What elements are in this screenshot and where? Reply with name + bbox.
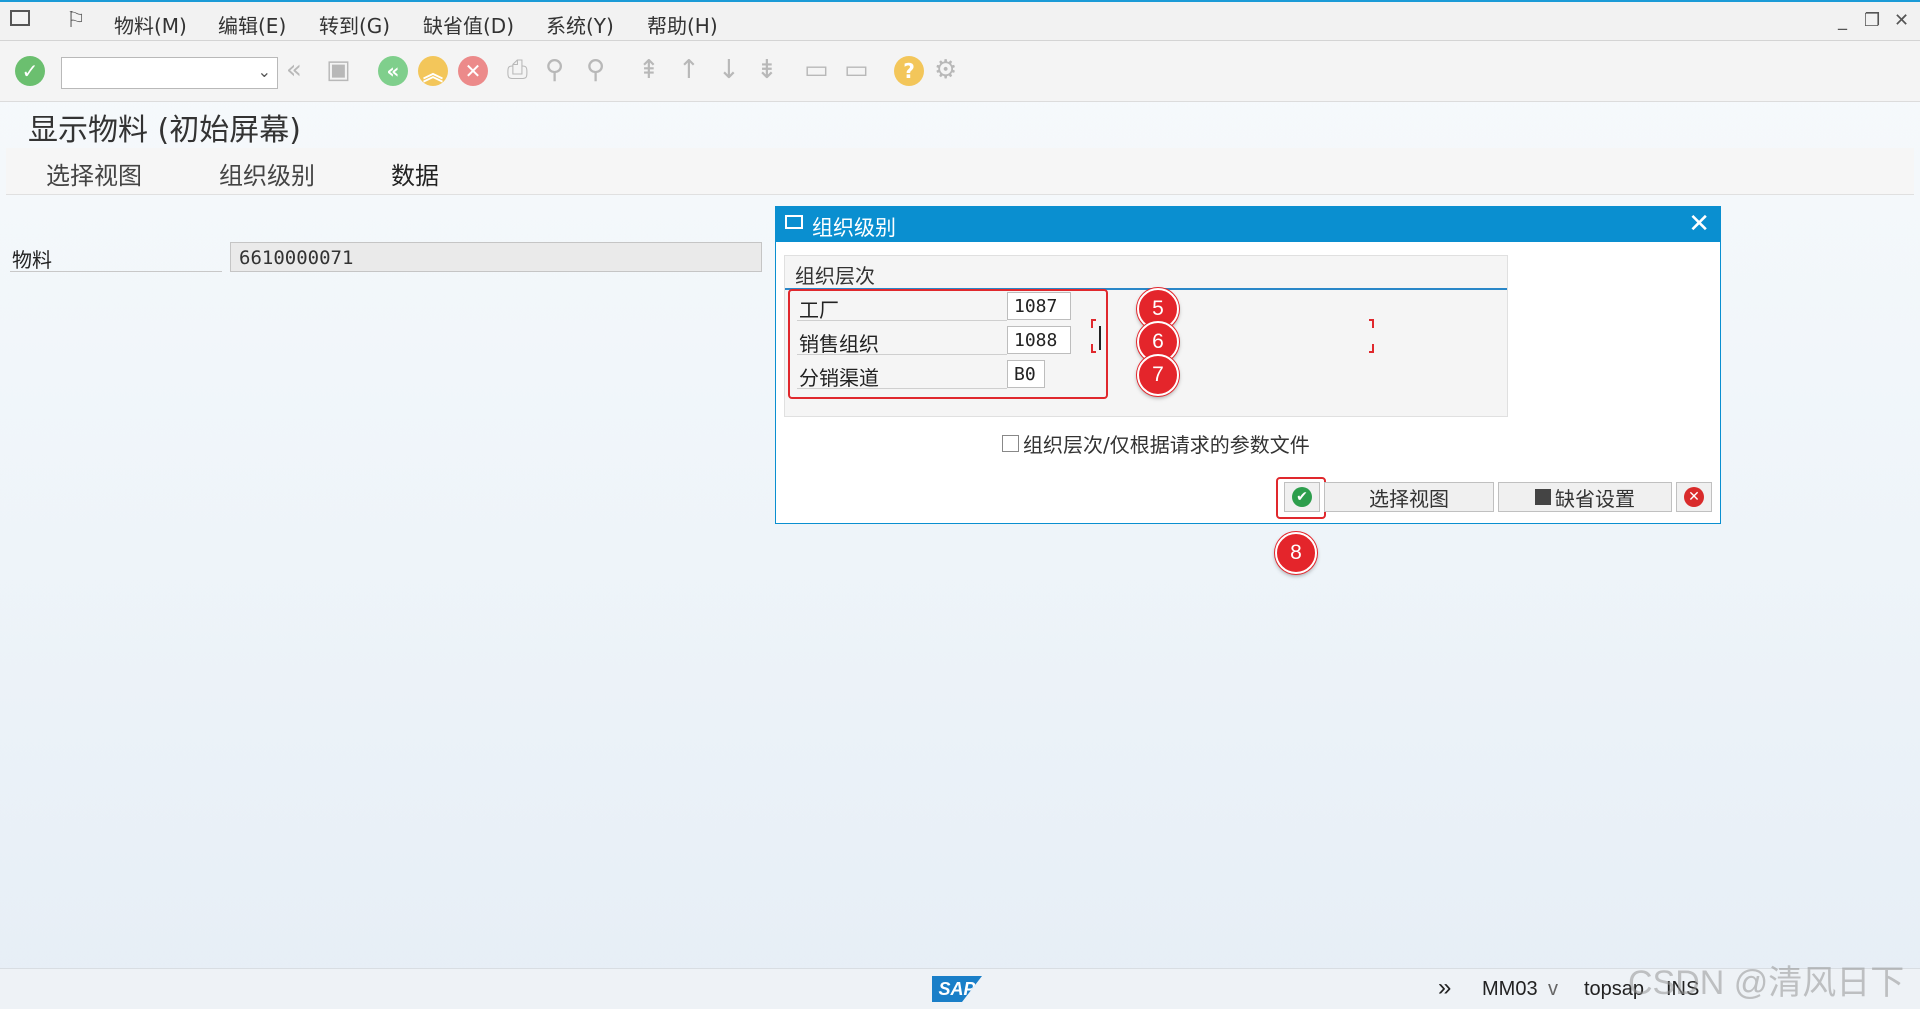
bracket-bottom-right	[1369, 344, 1374, 353]
find-icon[interactable]: ⚲	[545, 55, 564, 85]
org-levels-dialog: 组织级别 ✕ 组织层次 工厂 1087 销售组织 1088 分销渠道 B0 组织…	[775, 206, 1721, 524]
material-label-underline	[10, 271, 222, 272]
restore-button[interactable]: ❐	[1864, 10, 1880, 31]
menu-goto[interactable]: 转到(G)	[319, 10, 390, 39]
help-icon[interactable]: ?	[894, 56, 924, 86]
status-expand-icon[interactable]: »	[1438, 974, 1451, 1002]
first-page-icon[interactable]: ⇞	[638, 55, 660, 85]
menu-defaults[interactable]: 缺省值(D)	[423, 10, 514, 39]
highlight-org-fields	[788, 289, 1108, 399]
bracket-bottom-left	[1091, 344, 1096, 353]
select-views-button[interactable]: 选择视图	[1324, 482, 1494, 512]
group-title: 组织层次	[795, 264, 875, 288]
param-file-checkbox-row[interactable]: 组织层次/仅根据请求的参数文件	[1002, 429, 1310, 458]
shortcut-icon[interactable]: ▭	[844, 55, 869, 85]
next-page-icon[interactable]: ↓	[718, 55, 740, 85]
dialog-title: 组织级别	[812, 216, 896, 240]
tab-data[interactable]: 数据	[391, 156, 439, 191]
last-page-icon[interactable]: ⇟	[756, 55, 778, 85]
menu-material[interactable]: 物料(M)	[114, 10, 187, 39]
menu-bar: ⚐ 物料(M) 编辑(E) 转到(G) 缺省值(D) 系统(Y) 帮助(H) _…	[0, 2, 1920, 41]
cancel-button[interactable]: ✕	[1676, 482, 1712, 512]
dialog-close-button[interactable]: ✕	[1688, 209, 1710, 239]
dialog-window-icon	[785, 215, 803, 229]
cancel-icon: ✕	[1684, 487, 1704, 507]
menu-edit[interactable]: 编辑(E)	[218, 10, 286, 39]
back-icon[interactable]: «	[378, 56, 408, 86]
step-badge-8: 8	[1275, 532, 1317, 574]
step-badge-7: 7	[1137, 354, 1179, 396]
find-next-icon[interactable]: ⚲	[586, 55, 605, 85]
command-field[interactable]: ⌄	[61, 57, 278, 89]
default-settings-button[interactable]: 缺省设置	[1498, 482, 1672, 512]
settings-gear-icon[interactable]: ⚙	[934, 55, 957, 85]
material-label: 物料	[12, 248, 52, 272]
bracket-top-left	[1091, 319, 1096, 328]
previous-page-icon[interactable]: ↑	[678, 55, 700, 85]
app-menu-icon[interactable]	[10, 10, 30, 26]
watermark: CSDN @清风日下	[1628, 964, 1905, 1002]
enter-icon[interactable]: ✓	[15, 56, 45, 86]
chevron-down-icon[interactable]: ⌄	[258, 62, 271, 81]
create-session-icon[interactable]: ▭	[804, 55, 829, 85]
save-icon	[1535, 489, 1551, 505]
menu-system[interactable]: 系统(Y)	[546, 10, 614, 39]
highlight-ok-button	[1276, 477, 1326, 519]
sap-flag-icon[interactable]: ⚐	[66, 8, 86, 33]
status-dropdown-icon[interactable]: v	[1548, 978, 1558, 1001]
bracket-top-right	[1369, 319, 1374, 328]
default-settings-label: 缺省设置	[1555, 486, 1635, 511]
toolbar: ✓ ⌄ « ▣ « ︽ ✕ ⎙ ⚲ ⚲ ⇞ ↑ ↓ ⇟ ▭ ▭ ? ⚙	[0, 41, 1920, 102]
menu-help[interactable]: 帮助(H)	[647, 10, 718, 39]
cancel-icon[interactable]: ✕	[458, 56, 488, 86]
param-file-checkbox[interactable]	[1002, 435, 1019, 452]
page-title: 显示物料 (初始屏幕)	[28, 113, 301, 148]
print-icon[interactable]: ⎙	[507, 55, 528, 86]
material-field[interactable]: 6610000071	[230, 242, 762, 272]
dialog-header: 组织级别 ✕	[776, 207, 1720, 242]
minimize-button[interactable]: _	[1838, 10, 1847, 31]
tab-org-levels[interactable]: 组织级别	[219, 156, 315, 191]
back-double-icon[interactable]: «	[286, 55, 302, 85]
save-icon[interactable]: ▣	[326, 55, 351, 85]
tab-select-views[interactable]: 选择视图	[46, 156, 142, 191]
transaction-code: MM03	[1482, 978, 1538, 1000]
param-file-checkbox-label: 组织层次/仅根据请求的参数文件	[1023, 433, 1310, 457]
text-cursor	[1099, 326, 1101, 350]
exit-icon[interactable]: ︽	[418, 56, 448, 86]
close-window-button[interactable]: ✕	[1894, 10, 1909, 31]
app-toolbar: 选择视图 组织级别 数据	[6, 148, 1914, 195]
